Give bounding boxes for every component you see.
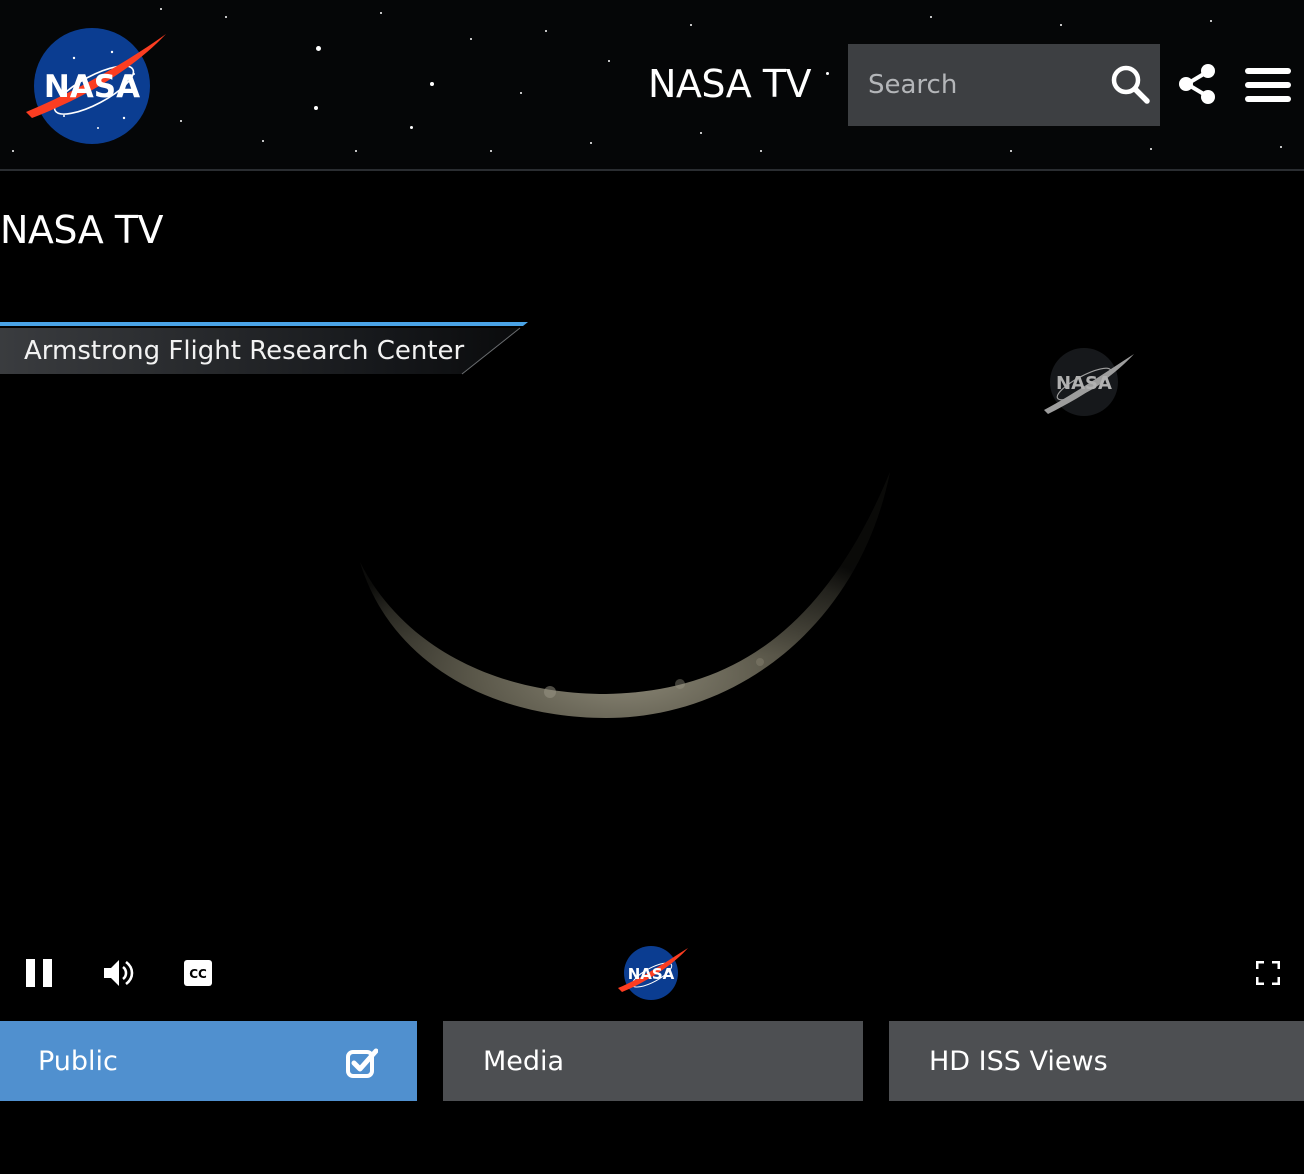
nasa-center-logo: NASA [618, 946, 688, 1000]
channel-tab-label: Media [483, 1045, 565, 1077]
header-title: NASA TV [648, 62, 812, 106]
page-title: NASA TV [0, 208, 164, 252]
svg-text:NASA: NASA [1056, 373, 1112, 394]
nasa-watermark-icon: NASA [1044, 348, 1134, 416]
player-controls: CC NASA [0, 944, 1304, 1004]
channel-tab-media[interactable]: Media [443, 1021, 863, 1101]
search-input[interactable] [848, 44, 1098, 126]
check-icon [346, 1048, 378, 1078]
moon-image [360, 472, 890, 718]
svg-text:NASA: NASA [44, 69, 140, 105]
volume-icon[interactable] [102, 958, 136, 988]
search-icon[interactable] [1110, 64, 1150, 104]
fullscreen-icon[interactable] [1256, 961, 1280, 985]
nasa-logo[interactable]: NASA [24, 28, 168, 146]
menu-icon[interactable] [1245, 67, 1291, 103]
svg-text:NASA: NASA [628, 965, 675, 983]
lower-third-text: Armstrong Flight Research Center [24, 336, 465, 366]
site-header: NASA NASA TV [0, 0, 1304, 171]
video-player[interactable]: Armstrong Flight Research Center NASA [0, 282, 1304, 1021]
channel-tab-public[interactable]: Public [0, 1021, 417, 1101]
svg-text:CC: CC [189, 967, 207, 981]
share-icon[interactable] [1178, 64, 1216, 104]
channel-tab-label: HD ISS Views [929, 1045, 1108, 1077]
channel-tab-label: Public [38, 1045, 118, 1077]
closed-captions-icon[interactable]: CC [184, 960, 212, 986]
pause-icon[interactable] [24, 958, 54, 988]
channel-tab-hd-iss-views[interactable]: HD ISS Views [889, 1021, 1304, 1101]
